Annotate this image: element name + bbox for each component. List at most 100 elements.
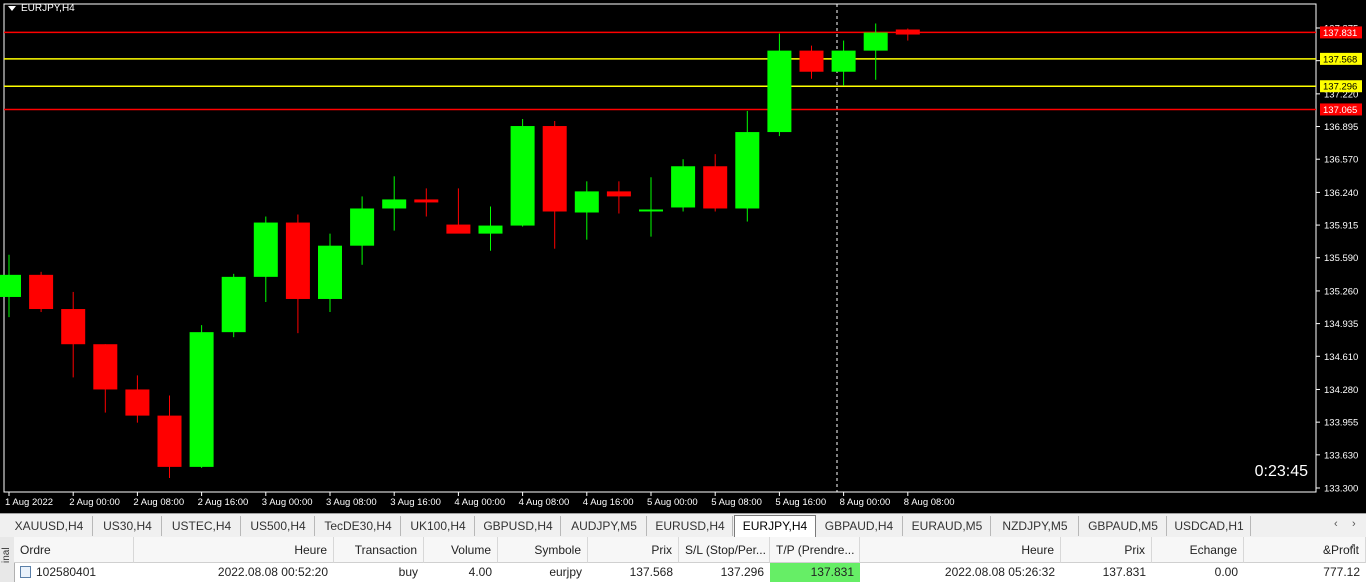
candle-body[interactable]: [318, 245, 342, 299]
candle-body[interactable]: [703, 166, 728, 209]
column-header[interactable]: Volume: [424, 537, 498, 563]
column-header[interactable]: Ordre: [14, 537, 134, 563]
candle-body[interactable]: [0, 274, 21, 297]
candle-body[interactable]: [189, 332, 214, 467]
column-header[interactable]: Prix: [588, 537, 679, 563]
candle-body[interactable]: [29, 274, 54, 310]
price-axis-label: 134.280: [1324, 385, 1358, 396]
chart-tab[interactable]: XAUUSD,H4: [6, 516, 93, 536]
order-cell[interactable]: 777.12: [1244, 563, 1366, 582]
candle-body[interactable]: [863, 32, 888, 51]
chart-tab[interactable]: EURUSD,H4: [648, 516, 733, 536]
candle-body[interactable]: [831, 50, 856, 72]
chart-tab[interactable]: USTEC,H4: [163, 516, 241, 536]
candle-body[interactable]: [767, 50, 792, 133]
candle-body[interactable]: [382, 199, 407, 209]
order-cell[interactable]: 137.568: [588, 563, 679, 582]
order-cell[interactable]: 0.00: [1152, 563, 1244, 582]
column-header-label: T/P (Prendre...: [776, 543, 855, 557]
price-chart[interactable]: 137.875137.550137.220136.895136.570136.2…: [0, 0, 1366, 513]
candle-body[interactable]: [478, 225, 503, 234]
column-header[interactable]: Transaction: [334, 537, 424, 563]
tab-scroll-left-icon[interactable]: ‹: [1334, 518, 1338, 530]
column-header[interactable]: T/P (Prendre...: [770, 537, 860, 563]
chart-menu-triangle-icon[interactable]: [8, 5, 16, 11]
price-axis-label: 133.955: [1324, 418, 1358, 429]
column-header-label: Ordre: [20, 543, 51, 557]
column-header[interactable]: Heure: [134, 537, 334, 563]
order-cell-value: 137.568: [629, 565, 673, 579]
column-header-label: Prix: [1124, 543, 1145, 557]
order-cell[interactable]: 2022.08.08 00:52:20: [134, 563, 334, 582]
candle-body[interactable]: [735, 132, 760, 209]
candle-body[interactable]: [157, 415, 182, 467]
order-cell[interactable]: 102580401: [14, 563, 134, 582]
candle-body[interactable]: [606, 191, 631, 197]
order-cell-value: eurjpy: [549, 565, 582, 579]
candle-body[interactable]: [285, 222, 310, 299]
order-cell[interactable]: buy: [334, 563, 424, 582]
order-cell[interactable]: eurjpy: [498, 563, 588, 582]
candle-body[interactable]: [93, 344, 118, 390]
candle-body[interactable]: [799, 50, 824, 72]
order-cell-value: 0.00: [1214, 565, 1238, 579]
price-axis-label: 134.935: [1324, 319, 1358, 330]
order-cell-value: buy: [398, 565, 418, 579]
column-header-label: Symbole: [534, 543, 581, 557]
candle-body[interactable]: [671, 166, 696, 208]
order-cell[interactable]: 137.831: [770, 563, 860, 582]
chart-tab[interactable]: EURJPY,H4: [734, 515, 816, 537]
time-axis-label: 2 Aug 00:00: [69, 497, 120, 508]
chart-tab[interactable]: UK100,H4: [402, 516, 475, 536]
price-axis-label: 133.300: [1324, 484, 1358, 495]
sort-arrow-icon[interactable]: ↗: [1348, 542, 1356, 553]
candle-body[interactable]: [574, 191, 599, 213]
column-header[interactable]: Echange: [1152, 537, 1244, 563]
chart-tab[interactable]: TecDE30,H4: [316, 516, 401, 536]
column-header-label: Echange: [1189, 543, 1237, 557]
price-axis-label: 133.630: [1324, 450, 1358, 461]
order-cell[interactable]: 137.831: [1061, 563, 1152, 582]
chart-tab[interactable]: GBPAUD,M5: [1080, 516, 1167, 536]
column-header[interactable]: Prix: [1061, 537, 1152, 563]
chart-tab[interactable]: US500,H4: [242, 516, 315, 536]
chart-tab[interactable]: AUDJPY,M5: [562, 516, 647, 536]
candle-body[interactable]: [639, 209, 663, 212]
order-document-icon: [20, 566, 31, 578]
chart-tab[interactable]: EURAUD,M5: [904, 516, 991, 536]
candle-body[interactable]: [221, 276, 246, 333]
chart-tab[interactable]: GBPAUD,H4: [816, 516, 903, 536]
time-axis-label: 5 Aug 00:00: [647, 497, 698, 508]
order-cell[interactable]: 137.296: [679, 563, 770, 582]
candle-body[interactable]: [350, 208, 375, 246]
chart-tab[interactable]: GBPUSD,H4: [476, 516, 561, 536]
time-axis-label: 3 Aug 16:00: [390, 497, 441, 508]
candle-body[interactable]: [895, 29, 920, 35]
order-cell[interactable]: 2022.08.08 05:26:32: [860, 563, 1061, 582]
column-header[interactable]: S/L (Stop/Per...: [679, 537, 770, 563]
level-price-label: 137.568: [1323, 54, 1357, 65]
candle-body[interactable]: [125, 389, 150, 416]
terminal-panel: inal Ordre Heure Transaction Volume Symbole P…: [0, 537, 1366, 582]
chart-tab[interactable]: US30,H4: [94, 516, 162, 536]
column-header[interactable]: Symbole: [498, 537, 588, 563]
price-axis-label: 136.895: [1324, 122, 1358, 133]
order-cell[interactable]: 4.00: [424, 563, 498, 582]
candle-body[interactable]: [542, 126, 567, 212]
order-cell-value: 2022.08.08 05:26:32: [944, 565, 1055, 579]
column-header-label: Prix: [651, 543, 672, 557]
level-price-label: 137.831: [1323, 28, 1357, 39]
candle-body[interactable]: [446, 224, 471, 234]
candle-body[interactable]: [414, 199, 439, 203]
column-header[interactable]: Heure: [860, 537, 1061, 563]
candle-body[interactable]: [510, 126, 535, 226]
terminal-side-label[interactable]: inal: [0, 537, 15, 582]
chart-area[interactable]: EURJPY,H4 137.875137.550137.220136.89513…: [0, 0, 1366, 513]
time-axis-label: 3 Aug 00:00: [262, 497, 313, 508]
tab-scroll-right-icon[interactable]: ›: [1352, 518, 1356, 530]
chart-tab[interactable]: NZDJPY,M5: [992, 516, 1079, 536]
candle-body[interactable]: [61, 309, 86, 345]
price-axis-label: 135.260: [1324, 286, 1358, 297]
candle-body[interactable]: [253, 222, 278, 277]
chart-tab[interactable]: USDCAD,H1: [1168, 516, 1251, 536]
